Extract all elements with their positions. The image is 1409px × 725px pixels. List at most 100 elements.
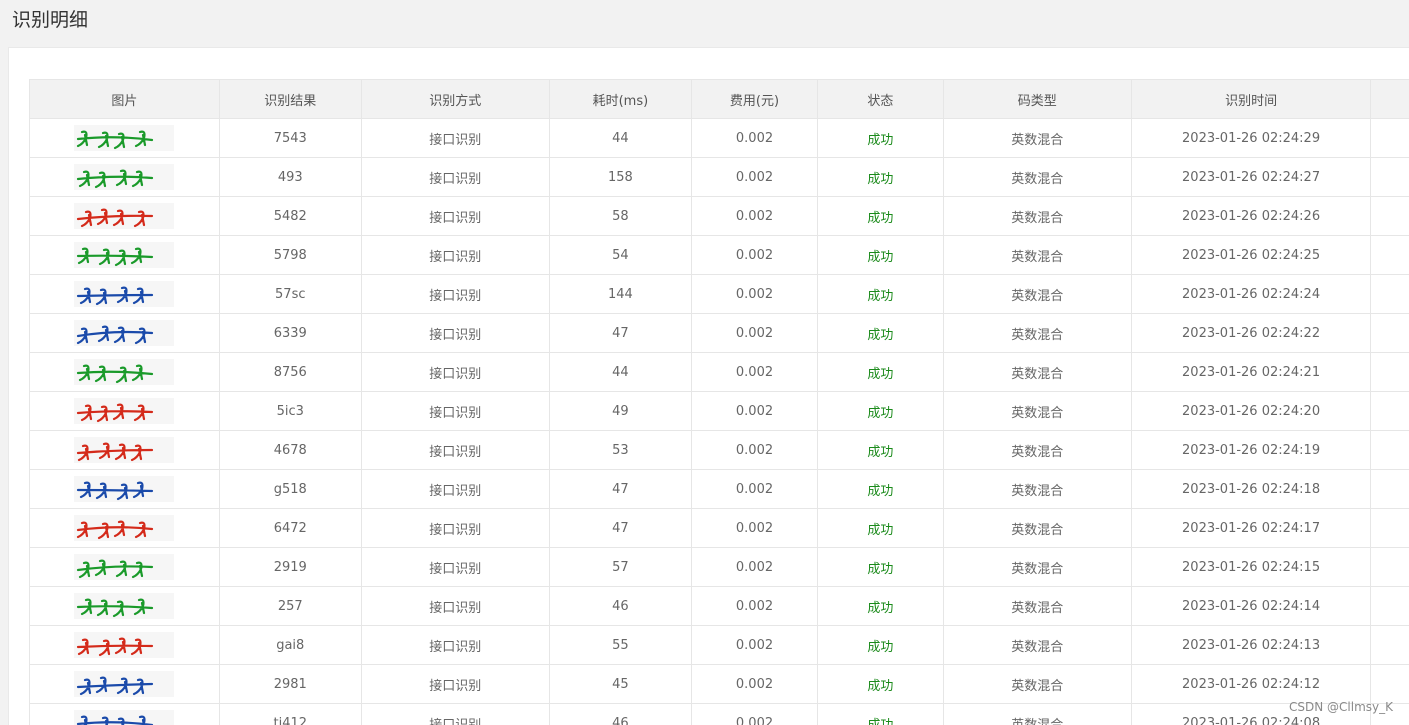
cell-time: 53	[549, 431, 691, 470]
cell-time: 58	[549, 197, 691, 236]
cell-time: 47	[549, 470, 691, 509]
cell-extra	[1371, 431, 1409, 470]
cell-status: 成功	[818, 509, 944, 548]
cell-extra	[1371, 392, 1409, 431]
cell-recognized-at: 2023-01-26 02:24:19	[1131, 431, 1370, 470]
cell-cost: 0.002	[691, 431, 817, 470]
cell-cost: 0.002	[691, 314, 817, 353]
cell-extra	[1371, 470, 1409, 509]
column-header-recognized-at: 识别时间	[1131, 80, 1370, 119]
cell-method: 接口识别	[361, 431, 549, 470]
cell-code-type: 英数混合	[943, 158, 1131, 197]
column-header-cost: 费用(元)	[691, 80, 817, 119]
cell-extra	[1371, 665, 1409, 704]
cell-method: 接口识别	[361, 314, 549, 353]
cell-recognized-at: 2023-01-26 02:24:18	[1131, 470, 1370, 509]
cell-cost: 0.002	[691, 119, 817, 158]
captcha-image	[74, 710, 174, 725]
cell-cost: 0.002	[691, 236, 817, 275]
cell-extra	[1371, 314, 1409, 353]
cell-result: 4678	[219, 431, 361, 470]
captcha-image	[74, 554, 174, 580]
cell-status: 成功	[818, 314, 944, 353]
cell-method: 接口识别	[361, 353, 549, 392]
table-row: 493接口识别1580.002成功英数混合2023-01-26 02:24:27	[30, 158, 1409, 197]
cell-code-type: 英数混合	[943, 392, 1131, 431]
cell-status: 成功	[818, 275, 944, 314]
cell-recognized-at: 2023-01-26 02:24:26	[1131, 197, 1370, 236]
cell-status: 成功	[818, 665, 944, 704]
cell-image	[30, 665, 220, 704]
cell-time: 49	[549, 392, 691, 431]
cell-code-type: 英数混合	[943, 548, 1131, 587]
cell-status: 成功	[818, 119, 944, 158]
cell-status: 成功	[818, 392, 944, 431]
table-row: 5798接口识别540.002成功英数混合2023-01-26 02:24:25	[30, 236, 1409, 275]
cell-method: 接口识别	[361, 119, 549, 158]
captcha-image	[74, 125, 174, 151]
cell-status: 成功	[818, 626, 944, 665]
cell-extra	[1371, 509, 1409, 548]
captcha-image	[74, 515, 174, 541]
cell-image	[30, 197, 220, 236]
cell-method: 接口识别	[361, 548, 549, 587]
captcha-image	[74, 242, 174, 268]
cell-code-type: 英数混合	[943, 236, 1131, 275]
cell-cost: 0.002	[691, 158, 817, 197]
cell-code-type: 英数混合	[943, 509, 1131, 548]
cell-status: 成功	[818, 158, 944, 197]
table-row: 57sc接口识别1440.002成功英数混合2023-01-26 02:24:2…	[30, 275, 1409, 314]
cell-recognized-at: 2023-01-26 02:24:21	[1131, 353, 1370, 392]
cell-code-type: 英数混合	[943, 704, 1131, 725]
captcha-image	[74, 203, 174, 229]
cell-time: 57	[549, 548, 691, 587]
cell-recognized-at: 2023-01-26 02:24:22	[1131, 314, 1370, 353]
cell-result: 6472	[219, 509, 361, 548]
cell-time: 44	[549, 119, 691, 158]
cell-code-type: 英数混合	[943, 353, 1131, 392]
cell-image	[30, 236, 220, 275]
cell-image	[30, 275, 220, 314]
table-row: 7543接口识别440.002成功英数混合2023-01-26 02:24:29	[30, 119, 1409, 158]
captcha-image	[74, 164, 174, 190]
cell-cost: 0.002	[691, 353, 817, 392]
cell-image	[30, 548, 220, 587]
cell-status: 成功	[818, 353, 944, 392]
cell-image	[30, 704, 220, 725]
cell-result: gai8	[219, 626, 361, 665]
cell-method: 接口识别	[361, 704, 549, 725]
cell-method: 接口识别	[361, 392, 549, 431]
cell-method: 接口识别	[361, 470, 549, 509]
cell-result: 2919	[219, 548, 361, 587]
table-row: 5482接口识别580.002成功英数混合2023-01-26 02:24:26	[30, 197, 1409, 236]
column-header-status: 状态	[818, 80, 944, 119]
cell-time: 47	[549, 314, 691, 353]
cell-recognized-at: 2023-01-26 02:24:27	[1131, 158, 1370, 197]
watermark: CSDN @Cllmsy_K	[1289, 700, 1393, 714]
cell-result: 257	[219, 587, 361, 626]
cell-result: 6339	[219, 314, 361, 353]
cell-cost: 0.002	[691, 275, 817, 314]
cell-result: 493	[219, 158, 361, 197]
cell-recognized-at: 2023-01-26 02:24:15	[1131, 548, 1370, 587]
cell-recognized-at: 2023-01-26 02:24:25	[1131, 236, 1370, 275]
captcha-image	[74, 398, 174, 424]
cell-time: 46	[549, 704, 691, 725]
cell-extra	[1371, 275, 1409, 314]
table-row: 6472接口识别470.002成功英数混合2023-01-26 02:24:17	[30, 509, 1409, 548]
cell-recognized-at: 2023-01-26 02:24:24	[1131, 275, 1370, 314]
table-body: 7543接口识别440.002成功英数混合2023-01-26 02:24:29…	[30, 119, 1409, 725]
cell-time: 54	[549, 236, 691, 275]
table-row: 8756接口识别440.002成功英数混合2023-01-26 02:24:21	[30, 353, 1409, 392]
cell-image	[30, 353, 220, 392]
cell-cost: 0.002	[691, 548, 817, 587]
cell-result: 57sc	[219, 275, 361, 314]
cell-time: 44	[549, 353, 691, 392]
cell-cost: 0.002	[691, 626, 817, 665]
cell-image	[30, 431, 220, 470]
cell-status: 成功	[818, 587, 944, 626]
cell-extra	[1371, 587, 1409, 626]
cell-code-type: 英数混合	[943, 197, 1131, 236]
content-panel: 图片识别结果识别方式耗时(ms)费用(元)状态码类型识别时间 7543接口识别4…	[8, 47, 1409, 725]
cell-status: 成功	[818, 470, 944, 509]
